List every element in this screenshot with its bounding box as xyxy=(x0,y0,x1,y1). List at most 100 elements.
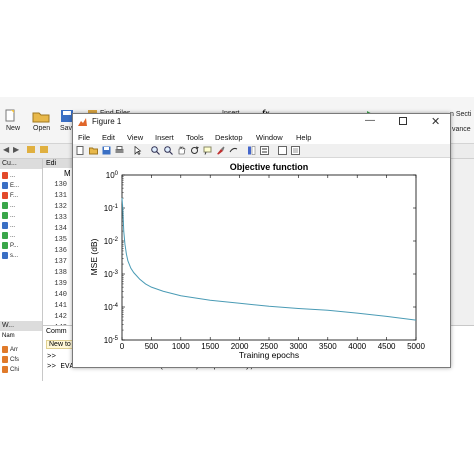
file-item[interactable]: ... xyxy=(2,171,42,181)
variable-icon xyxy=(2,365,8,373)
figure-title: Figure 1 xyxy=(92,117,122,126)
current-folder-pane: Cu... ... E... F... ... ... ... ... P...… xyxy=(0,159,43,319)
brush-icon[interactable] xyxy=(216,146,225,155)
new-button[interactable] xyxy=(2,109,18,123)
matlab-logo-icon xyxy=(78,118,87,126)
pointer-icon[interactable] xyxy=(133,146,142,155)
line-number: 138 xyxy=(54,269,67,277)
menu-tools[interactable]: Tools xyxy=(186,133,204,142)
line-number: 136 xyxy=(54,247,67,255)
open-icon[interactable] xyxy=(89,146,98,155)
new-file-icon xyxy=(5,109,15,122)
new-to-matlab-banner[interactable]: New to xyxy=(46,340,74,349)
menu-help[interactable]: Help xyxy=(296,133,311,142)
save-label[interactable]: Sav xyxy=(60,125,72,132)
save-icon[interactable] xyxy=(102,146,111,155)
figure-canvas: Objective function 0 500 1000 1500 2000 2500 3… xyxy=(73,158,450,367)
line-number: 140 xyxy=(54,291,67,299)
minimize-icon[interactable]: — xyxy=(365,115,375,126)
up-folder-icon[interactable] xyxy=(40,146,48,153)
x-tick-label: 3500 xyxy=(319,342,337,351)
file-item[interactable]: E... xyxy=(2,181,42,191)
x-tick-label: 1000 xyxy=(172,342,190,351)
line-number: 133 xyxy=(54,214,67,222)
x-axis-label: Training epochs xyxy=(239,350,299,360)
editor-token: M xyxy=(64,169,71,178)
y-tick-label: 100 xyxy=(106,171,119,180)
file-item[interactable]: ... xyxy=(2,201,42,211)
y-tick-label: 10-3 xyxy=(104,270,119,279)
line-number: 142 xyxy=(54,313,67,321)
x-tick-label: 4000 xyxy=(348,342,366,351)
figure-toolbar xyxy=(73,145,450,158)
pan-icon[interactable] xyxy=(177,146,186,155)
close-icon[interactable]: ✕ xyxy=(431,115,440,128)
variable-icon xyxy=(2,355,8,363)
menu-file[interactable]: File xyxy=(78,133,90,142)
run-section-button[interactable]: n Secti xyxy=(450,111,471,118)
workspace-pane: W... Nam Arr Cfs Chi xyxy=(0,319,43,381)
file-item[interactable]: ... xyxy=(2,231,42,241)
file-item[interactable]: ... xyxy=(2,221,42,231)
print-icon[interactable] xyxy=(115,146,124,155)
x-tick-label: 4500 xyxy=(378,342,396,351)
workspace-title: W... xyxy=(0,321,42,331)
line-number: 135 xyxy=(54,236,67,244)
file-icon xyxy=(2,241,8,249)
figure-window[interactable]: Figure 1 — ✕ File Edit View Insert Tools… xyxy=(72,113,451,368)
forward-arrow-icon[interactable]: ▶ xyxy=(13,145,19,154)
new-figure-icon[interactable] xyxy=(76,146,85,155)
line-number: 132 xyxy=(54,203,67,211)
chart-title: Objective function xyxy=(230,162,309,172)
zoom-out-icon[interactable] xyxy=(164,146,173,155)
file-item[interactable]: s... xyxy=(2,251,42,261)
legend-icon[interactable] xyxy=(260,146,269,155)
file-item[interactable]: P... xyxy=(2,241,42,251)
x-tick-label: 0 xyxy=(120,342,125,351)
y-tick-label: 10-1 xyxy=(104,204,119,213)
file-item[interactable]: F... xyxy=(2,191,42,201)
line-number: 131 xyxy=(54,192,67,200)
advance-button[interactable]: vance xyxy=(452,126,471,133)
menu-window[interactable]: Window xyxy=(256,133,283,142)
maximize-icon[interactable] xyxy=(399,117,407,125)
command-window-title: Comm xyxy=(46,328,67,335)
workspace-item[interactable]: Chi xyxy=(2,365,42,375)
folder-icon[interactable] xyxy=(27,146,35,153)
figure-menu-bar: File Edit View Insert Tools Desktop Wind… xyxy=(73,131,450,144)
hide-plot-tools-icon[interactable] xyxy=(278,146,287,155)
y-tick-label: 10-5 xyxy=(104,336,119,345)
objective-chart: Objective function 0 500 1000 1500 2000 2500 3… xyxy=(89,162,425,360)
y-axis-label: MSE (dB) xyxy=(89,238,99,275)
show-plot-tools-icon[interactable] xyxy=(291,146,300,155)
file-item[interactable]: ... xyxy=(2,211,42,221)
figure-title-bar[interactable]: Figure 1 — ✕ xyxy=(73,114,450,131)
rotate-icon[interactable] xyxy=(190,146,199,155)
data-cursor-icon[interactable] xyxy=(203,146,212,155)
menu-insert[interactable]: Insert xyxy=(155,133,174,142)
line-number: 134 xyxy=(54,225,67,233)
line-number: 141 xyxy=(54,302,67,310)
file-icon xyxy=(2,211,8,219)
file-icon xyxy=(2,221,8,229)
new-label[interactable]: New xyxy=(6,125,20,132)
variable-icon xyxy=(2,345,8,353)
workspace-item[interactable]: Arr xyxy=(2,345,42,355)
workspace-item[interactable]: Cfs xyxy=(2,355,42,365)
menu-desktop[interactable]: Desktop xyxy=(215,133,243,142)
menu-edit[interactable]: Edit xyxy=(102,133,115,142)
command-line: >> xyxy=(47,353,57,361)
link-icon[interactable] xyxy=(229,146,238,155)
menu-view[interactable]: View xyxy=(127,133,143,142)
open-button[interactable] xyxy=(32,109,50,123)
workspace-header: Nam xyxy=(2,333,15,339)
back-arrow-icon[interactable]: ◀ xyxy=(3,145,9,154)
zoom-in-icon[interactable] xyxy=(151,146,160,155)
colorbar-icon[interactable] xyxy=(247,146,256,155)
current-folder-title: Cu... xyxy=(0,159,42,169)
x-tick-label: 500 xyxy=(145,342,159,351)
line-number: 137 xyxy=(54,258,67,266)
open-label[interactable]: Open xyxy=(33,125,50,132)
folder-icon xyxy=(32,112,50,123)
y-tick-label: 10-2 xyxy=(104,237,119,246)
